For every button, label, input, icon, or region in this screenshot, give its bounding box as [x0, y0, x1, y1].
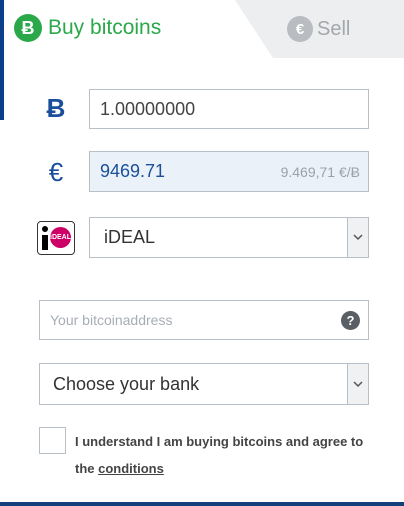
conditions-link[interactable]: conditions — [98, 461, 164, 476]
payment-method-select[interactable]: iDEAL — [89, 217, 369, 258]
euro-icon: € — [287, 16, 313, 42]
exchange-rate: 9.469,71 €/Ƀ — [280, 163, 360, 180]
euro-amount-field[interactable]: 9469.71 9.469,71 €/Ƀ — [89, 151, 369, 192]
bitcoin-address-field[interactable]: ? — [39, 300, 369, 340]
euro-amount-value: 9469.71 — [100, 161, 166, 181]
bitcoin-symbol-icon: Ƀ — [46, 92, 66, 123]
tab-buy[interactable]: Ƀ Buy bitcoins — [14, 14, 161, 42]
bank-select-value: Choose your bank — [53, 373, 200, 394]
euro-symbol-icon: € — [48, 156, 64, 187]
tab-sell[interactable]: € Sell — [287, 16, 350, 42]
ideal-logo-bar — [42, 235, 48, 250]
tab-sell-label: Sell — [317, 17, 351, 40]
bitcoin-amount-value: 1.00000000 — [100, 98, 196, 119]
tab-buy-label: Buy bitcoins — [48, 16, 162, 39]
chevron-down-icon[interactable] — [347, 364, 368, 404]
bottom-edge-accent — [0, 502, 404, 506]
ideal-logo-badge: iDEAL — [50, 227, 71, 248]
bitcoin-icon: Ƀ — [14, 14, 42, 42]
chevron-down-icon[interactable] — [347, 218, 368, 257]
help-icon[interactable]: ? — [341, 310, 360, 330]
bank-select[interactable]: Choose your bank — [39, 363, 369, 405]
tab-bar: Ƀ Buy bitcoins € Sell — [0, 0, 404, 58]
terms-checkbox[interactable] — [39, 427, 66, 454]
terms-text: I understand I am buying bitcoins and ag… — [75, 428, 365, 482]
payment-method-value: iDEAL — [104, 227, 156, 247]
bitcoin-amount-field[interactable]: 1.00000000 — [89, 89, 369, 129]
bitcoin-address-input[interactable] — [48, 311, 341, 329]
ideal-logo-dot — [42, 226, 48, 232]
ideal-logo: iDEAL — [37, 221, 75, 255]
